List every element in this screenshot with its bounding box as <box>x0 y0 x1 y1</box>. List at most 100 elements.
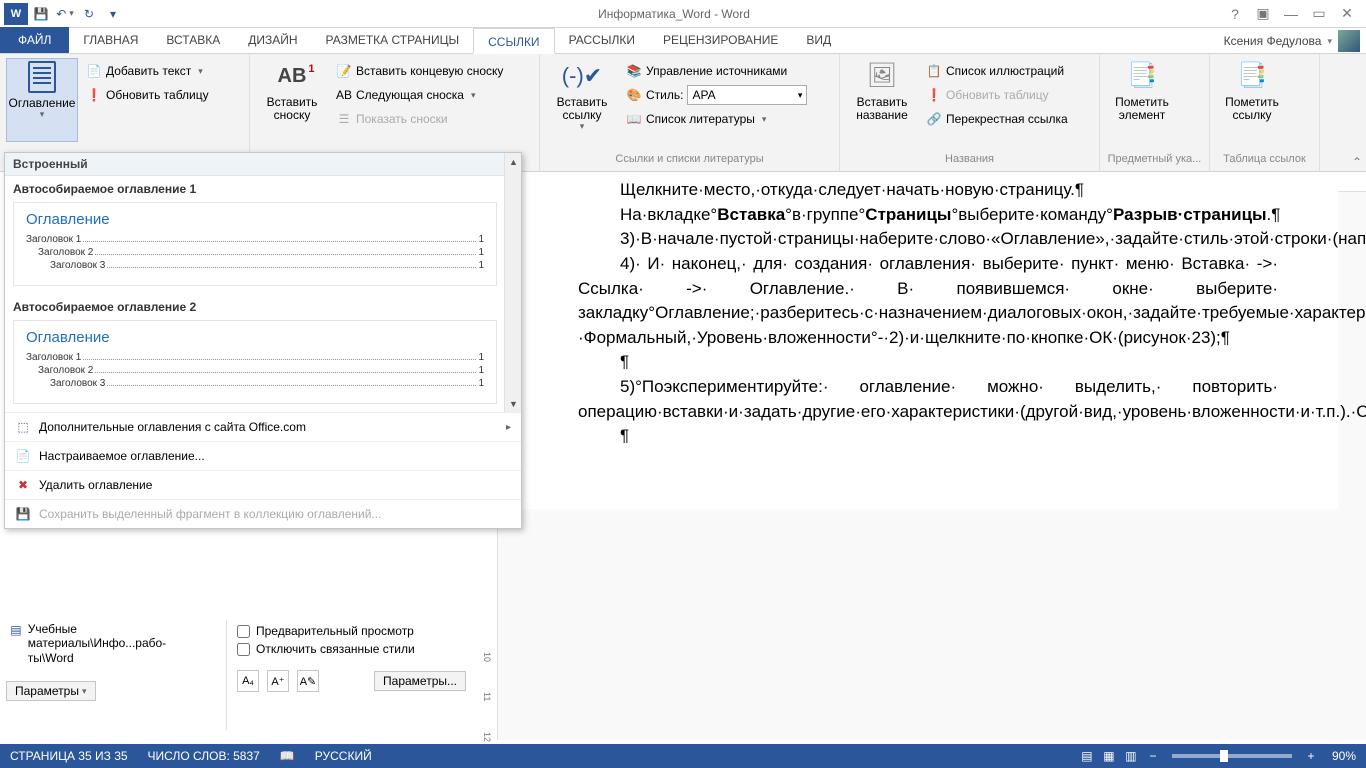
preview-checkbox-input[interactable] <box>237 625 250 638</box>
tab-home[interactable]: ГЛАВНАЯ <box>69 27 152 53</box>
citation-style-row: 🎨 Стиль: APA▾ <box>622 84 811 106</box>
zoom-out-icon[interactable]: − <box>1142 746 1164 766</box>
insert-caption-button[interactable]: 🖼 Вставить название <box>846 58 918 142</box>
group-citations-label: Ссылки и списки литературы <box>546 153 833 169</box>
mark-entry-button[interactable]: 📑 Пометить элемент <box>1106 58 1178 142</box>
add-text-button[interactable]: 📄Добавить текст <box>82 60 213 82</box>
status-proofing-icon[interactable]: 📖 <box>270 749 305 763</box>
toc-save-label: Сохранить выделенный фрагмент в коллекци… <box>39 507 381 521</box>
status-language[interactable]: РУССКИЙ <box>305 749 382 763</box>
scroll-down-icon[interactable]: ▼ <box>505 395 521 412</box>
zoom-thumb[interactable] <box>1220 750 1228 762</box>
toc-dropdown: Встроенный Автособираемое оглавление 1 О… <box>4 152 522 529</box>
collapse-ribbon-icon[interactable]: ⌃ <box>1352 155 1362 169</box>
tab-layout[interactable]: РАЗМЕТКА СТРАНИЦЫ <box>312 27 474 53</box>
preview-h1: Заголовок 1 <box>26 352 81 363</box>
footnote-icon: AB1 <box>276 60 308 92</box>
status-page[interactable]: СТРАНИЦА 35 ИЗ 35 <box>0 749 138 763</box>
view-read-icon[interactable]: ▤ <box>1076 746 1098 766</box>
toc-more-office[interactable]: ⬚ Дополнительные оглавления с сайта Offi… <box>5 412 521 441</box>
insert-footnote-button[interactable]: AB1 Вставить сноску <box>256 58 328 142</box>
maximize-icon[interactable]: ▭ <box>1308 3 1330 25</box>
view-print-icon[interactable]: ▦ <box>1098 746 1120 766</box>
update-icon: ❗ <box>86 87 102 103</box>
style-dropdown[interactable]: APA▾ <box>687 85 807 105</box>
toc-custom[interactable]: 📄 Настраиваемое оглавление... <box>5 441 521 470</box>
insert-endnote-label: Вставить концевую сноску <box>356 64 503 78</box>
mark-citation-button[interactable]: 📑 Пометить ссылку <box>1216 58 1288 142</box>
close-icon[interactable]: ✕ <box>1336 3 1358 25</box>
disable-linked-checkbox-input[interactable] <box>237 643 250 656</box>
crossref-button[interactable]: 🔗 Перекрестная ссылка <box>922 108 1072 130</box>
figures-list-icon: 📋 <box>926 63 942 79</box>
new-style-button[interactable]: A₄ <box>237 670 259 692</box>
zoom-slider[interactable] <box>1172 754 1292 758</box>
preview-pg: 1 <box>478 260 484 271</box>
nav-params-button[interactable]: Параметры <box>6 681 96 701</box>
insert-endnote-button[interactable]: 📝 Вставить концевую сноску <box>332 60 507 82</box>
endnote-icon: 📝 <box>336 63 352 79</box>
manage-sources-button[interactable]: 📚Управление источниками <box>622 60 811 82</box>
avatar[interactable] <box>1338 30 1360 52</box>
ribbon-display-icon[interactable]: ▣ <box>1252 3 1274 25</box>
redo-icon[interactable]: ↻ <box>78 3 100 25</box>
tab-references[interactable]: ССЫЛКИ <box>473 28 554 54</box>
tab-design[interactable]: ДИЗАЙН <box>234 27 311 53</box>
document-page[interactable]: Щелкните·место,·откуда·следует·начать·но… <box>518 174 1338 509</box>
toc-auto1-preview[interactable]: Оглавление Заголовок 11 Заголовок 21 Заг… <box>13 202 497 286</box>
office-icon: ⬚ <box>15 419 31 435</box>
tab-insert[interactable]: ВСТАВКА <box>152 27 234 53</box>
crossref-icon: 🔗 <box>926 111 942 127</box>
preview-pg: 1 <box>478 365 484 376</box>
toc-remove[interactable]: ✖ Удалить оглавление <box>5 470 521 499</box>
style-inspector-button[interactable]: A⁺ <box>267 670 289 692</box>
user-area[interactable]: Ксения Федулова ▾ <box>1224 30 1360 52</box>
remove-toc-icon: ✖ <box>15 477 31 493</box>
qat-customize-icon[interactable]: ▾ <box>102 3 124 25</box>
update-toc-button[interactable]: ❗Обновить таблицу <box>82 84 213 106</box>
nav-item[interactable]: ▤ Учебные материалы\Инфо...рабо-ты\Word <box>6 620 206 667</box>
tab-review[interactable]: РЕЦЕНЗИРОВАНИЕ <box>649 27 792 53</box>
group-captions: 🖼 Вставить название 📋Список иллюстраций … <box>840 54 1100 171</box>
toc-button[interactable]: Оглавление ▾ <box>6 58 78 142</box>
zoom-level[interactable]: 90% <box>1322 749 1366 763</box>
insert-footnote-label: Вставить сноску <box>256 96 328 122</box>
vruler-mark: 12 <box>482 732 492 742</box>
scroll-up-icon[interactable]: ▲ <box>505 153 521 170</box>
tab-file[interactable]: ФАЙЛ <box>0 27 69 53</box>
vruler-mark: 10 <box>482 652 492 662</box>
user-name: Ксения Федулова <box>1224 34 1322 48</box>
crossref-label: Перекрестная ссылка <box>946 112 1068 126</box>
tab-view[interactable]: ВИД <box>792 27 845 53</box>
word-doc-icon: ▤ <box>10 622 22 638</box>
manage-styles-button[interactable]: A✎ <box>297 670 319 692</box>
navigation-pane: ▤ Учебные материалы\Инфо...рабо-ты\Word … <box>6 620 206 701</box>
insert-citation-button[interactable]: (-)✔ Вставить ссылку ▾ <box>546 58 618 142</box>
save-icon[interactable]: 💾 <box>30 3 52 25</box>
mark-citation-label: Пометить ссылку <box>1216 96 1288 122</box>
doc-paragraph: ¶ <box>578 350 1278 375</box>
preview-h2: Заголовок 2 <box>38 247 93 258</box>
add-text-label: Добавить текст <box>106 64 191 78</box>
quick-access-toolbar: W 💾 ↶ ↻ ▾ <box>0 3 124 25</box>
help-icon[interactable]: ? <box>1224 3 1246 25</box>
next-footnote-label: Следующая сноска <box>356 88 464 102</box>
status-words[interactable]: ЧИСЛО СЛОВ: 5837 <box>138 749 270 763</box>
toc-auto2-preview[interactable]: Оглавление Заголовок 11 Заголовок 21 Заг… <box>13 320 497 404</box>
insert-figures-table-button[interactable]: 📋Список иллюстраций <box>922 60 1072 82</box>
view-web-icon[interactable]: ▥ <box>1120 746 1142 766</box>
zoom-in-icon[interactable]: + <box>1300 746 1322 766</box>
minimize-icon[interactable]: — <box>1280 3 1302 25</box>
styles-params-button[interactable]: Параметры... <box>374 671 466 691</box>
preview-checkbox[interactable]: Предварительный просмотр <box>237 624 466 638</box>
doc-paragraph: Щелкните·место,·откуда·следует·начать·но… <box>578 178 1278 203</box>
undo-icon[interactable]: ↶ <box>54 3 76 25</box>
group-toa-label: Таблица ссылок <box>1216 153 1313 169</box>
tab-mailings[interactable]: РАССЫЛКИ <box>555 27 649 53</box>
disable-linked-checkbox[interactable]: Отключить связанные стили <box>237 642 466 656</box>
insert-caption-label: Вставить название <box>846 96 918 122</box>
toc-dd-scrollbar[interactable]: ▲ ▼ <box>504 153 521 412</box>
next-footnote-button[interactable]: ABСледующая сноска <box>332 84 507 106</box>
preview-pg: 1 <box>478 378 484 389</box>
bibliography-button[interactable]: 📖Список литературы <box>622 108 811 130</box>
